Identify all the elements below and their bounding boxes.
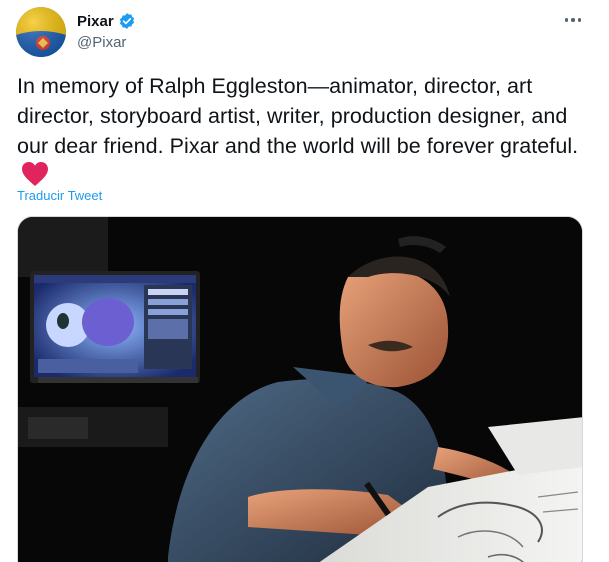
monitor [30, 271, 200, 383]
handle[interactable]: @Pixar [77, 34, 136, 51]
avatar[interactable] [16, 7, 66, 57]
display-name[interactable]: Pixar [77, 13, 114, 30]
desk-shelf [18, 407, 168, 447]
pixar-ball-icon [16, 7, 66, 57]
more-options-icon[interactable] [560, 10, 586, 30]
photo-man-drawing [18, 217, 582, 562]
tweet-text-block: In memory of Ralph Eggleston—animator, d… [17, 71, 597, 195]
tweet: Pixar @Pixar In memory of Ralph Egglesto… [0, 0, 609, 562]
tweet-photo[interactable] [17, 216, 583, 562]
author-block: Pixar @Pixar [77, 11, 136, 51]
verified-badge-icon [118, 12, 136, 30]
translate-tweet-link[interactable]: Traducir Tweet [17, 188, 102, 203]
name-row: Pixar [77, 11, 136, 31]
tweet-text: In memory of Ralph Eggleston—animator, d… [17, 74, 579, 158]
